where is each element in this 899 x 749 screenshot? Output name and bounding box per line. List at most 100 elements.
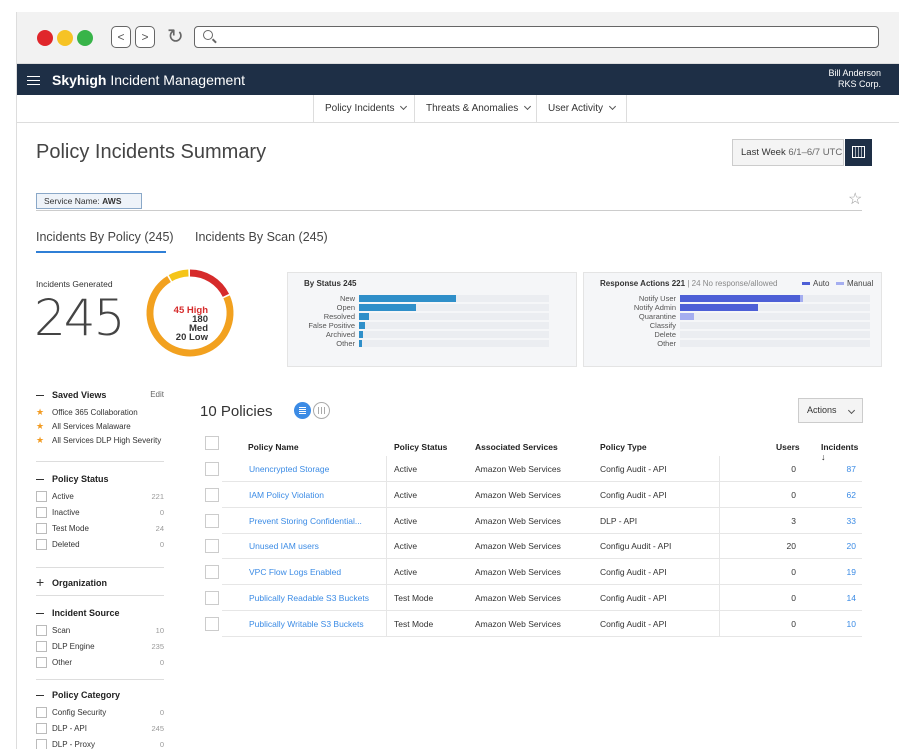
- checkbox[interactable]: [36, 539, 47, 550]
- collapse-icon[interactable]: [36, 395, 44, 397]
- reload-icon[interactable]: ↻: [167, 26, 184, 48]
- address-bar[interactable]: [194, 26, 879, 48]
- policy-status-option[interactable]: Test Mode 24: [36, 523, 164, 535]
- row-checkbox[interactable]: [205, 513, 219, 528]
- checkbox[interactable]: [36, 523, 47, 534]
- table-row[interactable]: IAM Policy Violation Active Amazon Web Ser…: [200, 481, 862, 508]
- edit-saved-views-link[interactable]: Edit: [150, 390, 164, 399]
- checkbox[interactable]: [36, 625, 47, 636]
- column-header-associated-services[interactable]: Associated Services: [475, 442, 558, 452]
- response-bar-manual[interactable]: [800, 295, 803, 302]
- policy-status-option[interactable]: Inactive 0: [36, 507, 164, 519]
- policy-name-link[interactable]: Prevent Storing Confidential...: [249, 516, 362, 526]
- close-window-button[interactable]: [37, 30, 53, 46]
- saved-view-item[interactable]: ★ All Services DLP High Severity: [36, 435, 164, 447]
- row-checkbox[interactable]: [205, 565, 219, 580]
- hamburger-menu-icon[interactable]: [27, 76, 40, 85]
- status-bar[interactable]: [359, 331, 363, 338]
- policy-name-link[interactable]: Publically Readable S3 Buckets: [249, 593, 369, 603]
- maximize-window-button[interactable]: [77, 30, 93, 46]
- table-row[interactable]: Unencrypted Storage Active Amazon Web Serv…: [200, 456, 862, 482]
- collapse-icon[interactable]: [36, 695, 44, 697]
- checkbox[interactable]: [36, 491, 47, 502]
- tab-incidents-by-scan[interactable]: Incidents By Scan (245): [195, 230, 328, 244]
- table-row[interactable]: Publically Readable S3 Buckets Test Mode A…: [200, 585, 862, 611]
- table-row[interactable]: Publically Writable S3 Buckets Test Mode A…: [200, 610, 862, 637]
- policy-category-option[interactable]: Config Security 0: [36, 707, 164, 719]
- status-bar[interactable]: [359, 340, 362, 347]
- saved-view-item[interactable]: ★ All Services Malaware: [36, 421, 164, 433]
- policy-status-option[interactable]: Deleted 0: [36, 539, 164, 551]
- row-checkbox[interactable]: [205, 591, 219, 605]
- incidents-count-link[interactable]: 14: [820, 593, 856, 603]
- row-checkbox[interactable]: [205, 487, 219, 502]
- response-bar-manual[interactable]: [680, 313, 694, 320]
- checkbox[interactable]: [36, 657, 47, 668]
- checkbox[interactable]: [36, 507, 47, 518]
- incidents-count-link[interactable]: 33: [820, 516, 856, 526]
- user-menu[interactable]: Bill Anderson RKS Corp.: [828, 68, 881, 90]
- date-range-button[interactable]: Last Week 6/1–6/7 UTC: [732, 139, 844, 166]
- checkbox[interactable]: [36, 739, 47, 749]
- actions-dropdown[interactable]: Actions: [798, 398, 863, 423]
- column-header-policy-type[interactable]: Policy Type: [600, 442, 647, 452]
- policy-name-link[interactable]: Unencrypted Storage: [249, 464, 329, 474]
- column-header-policy-name[interactable]: Policy Name: [248, 442, 299, 452]
- policy-name-link[interactable]: IAM Policy Violation: [249, 490, 324, 500]
- incidents-count-link[interactable]: 62: [820, 490, 856, 500]
- service-filter-chip[interactable]: Service Name: AWS: [36, 193, 142, 209]
- row-checkbox[interactable]: [205, 462, 219, 476]
- policy-name-link[interactable]: Publically Writable S3 Buckets: [249, 619, 364, 629]
- users-cell: 0: [791, 567, 796, 578]
- collapse-icon[interactable]: [36, 479, 44, 481]
- column-header-users[interactable]: Users: [776, 442, 800, 452]
- chart-view-icon[interactable]: [313, 402, 330, 419]
- tab-incidents-by-policy[interactable]: Incidents By Policy (245): [36, 230, 174, 244]
- option-label: Test Mode: [52, 524, 89, 533]
- table-row[interactable]: VPC Flow Logs Enabled Active Amazon Web Se…: [200, 559, 862, 586]
- tab-user-activity[interactable]: User Activity: [536, 95, 628, 123]
- incident-source-option[interactable]: DLP Engine 235: [36, 641, 164, 653]
- list-view-icon[interactable]: [294, 402, 311, 419]
- policy-name-link[interactable]: VPC Flow Logs Enabled: [249, 567, 341, 577]
- status-bar[interactable]: [359, 304, 416, 311]
- checkbox[interactable]: [36, 723, 47, 734]
- policy-category-option[interactable]: DLP - API 245: [36, 723, 164, 735]
- users-cell: 20: [786, 541, 796, 552]
- policy-status-option[interactable]: Active 221: [36, 491, 164, 503]
- incidents-count-link[interactable]: 20: [820, 541, 856, 551]
- response-bar-auto[interactable]: [680, 304, 758, 311]
- column-header-policy-status[interactable]: Policy Status: [394, 442, 447, 452]
- saved-view-item[interactable]: ★ Office 365 Collaboration: [36, 407, 164, 419]
- row-checkbox[interactable]: [205, 616, 219, 631]
- incident-source-option[interactable]: Scan 10: [36, 625, 164, 637]
- row-checkbox[interactable]: [205, 539, 219, 554]
- table-row[interactable]: Prevent Storing Confidential... Active Ama…: [200, 507, 862, 534]
- back-button[interactable]: <: [111, 26, 131, 48]
- calendar-button[interactable]: [845, 139, 872, 166]
- select-all-checkbox[interactable]: [205, 436, 219, 450]
- response-bar-auto[interactable]: [680, 295, 800, 302]
- status-bar[interactable]: [359, 322, 365, 329]
- status-bar[interactable]: [359, 313, 369, 320]
- expand-icon[interactable]: +: [36, 575, 44, 589]
- checkbox[interactable]: [36, 641, 47, 652]
- incidents-count-link[interactable]: 19: [820, 567, 856, 577]
- severity-segment[interactable]: [189, 269, 230, 298]
- status-bar[interactable]: [359, 295, 456, 302]
- forward-button[interactable]: >: [135, 26, 155, 48]
- incidents-count-link[interactable]: 87: [820, 464, 856, 474]
- severity-segment[interactable]: [168, 269, 189, 282]
- minimize-window-button[interactable]: [57, 30, 73, 46]
- policy-name-link[interactable]: Unused IAM users: [249, 541, 319, 551]
- checkbox[interactable]: [36, 707, 47, 718]
- tab-threats-anomalies[interactable]: Threats & Anomalies: [414, 95, 541, 123]
- severity-low: 20 Low: [171, 333, 208, 343]
- favorite-star-icon[interactable]: ☆: [848, 189, 862, 209]
- policy-category-option[interactable]: DLP - Proxy 0: [36, 739, 164, 749]
- incident-source-option[interactable]: Other 0: [36, 657, 164, 669]
- tab-policy-incidents[interactable]: Policy Incidents: [313, 95, 417, 123]
- collapse-icon[interactable]: [36, 613, 44, 615]
- incidents-count-link[interactable]: 10: [820, 619, 856, 629]
- table-row[interactable]: Unused IAM users Active Amazon Web Service…: [200, 533, 862, 560]
